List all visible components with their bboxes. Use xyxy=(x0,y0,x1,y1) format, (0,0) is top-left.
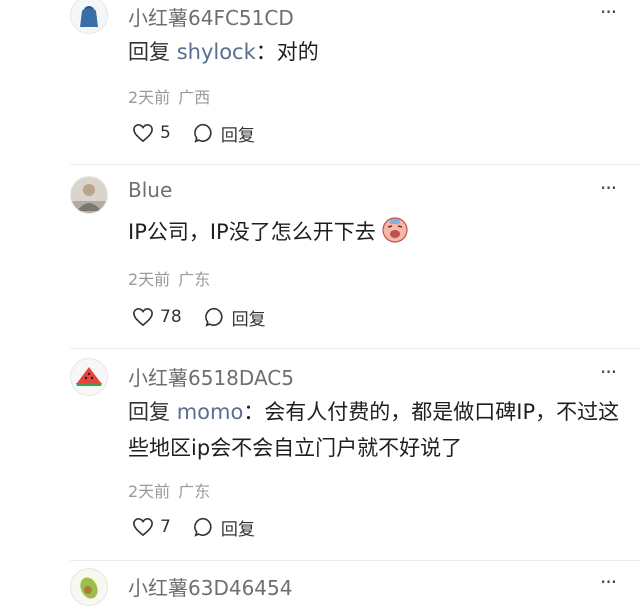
more-dots-icon[interactable]: ··· xyxy=(600,0,617,24)
divider xyxy=(70,164,640,165)
more-dots-icon[interactable]: ··· xyxy=(600,360,617,384)
heart-outline-icon xyxy=(133,123,153,143)
like-count: 78 xyxy=(160,307,182,327)
avatar[interactable] xyxy=(70,0,108,34)
reply-prefix: 回复 xyxy=(128,40,170,64)
reply-prefix: 回复 xyxy=(128,400,170,424)
username[interactable]: 小红薯6518DAC5 xyxy=(128,362,294,391)
heart-outline-icon xyxy=(133,517,153,537)
reply-target-user[interactable]: momo xyxy=(177,400,244,424)
like-button[interactable]: 78 xyxy=(132,307,182,327)
reply-label: 回复 xyxy=(231,309,266,330)
reply-separator: ： xyxy=(243,400,265,424)
avatar[interactable] xyxy=(70,176,108,214)
crying-face-emoji xyxy=(382,217,409,243)
comment-text: IP公司，IP没了怎么开下去 xyxy=(128,214,628,250)
comment-time: 2天前 xyxy=(128,482,171,501)
comment-body: IP公司，IP没了怎么开下去 xyxy=(128,220,376,244)
comment-actions: 5 回复 xyxy=(132,120,277,146)
comment-actions: 7 回复 xyxy=(132,514,277,540)
reply-button[interactable]: 回复 xyxy=(193,515,255,540)
comment-time: 2天前 xyxy=(128,270,171,289)
reply-label: 回复 xyxy=(220,125,255,146)
heart-outline-icon xyxy=(133,307,153,327)
comment-actions: 78 回复 xyxy=(132,304,288,330)
comment-location: 广东 xyxy=(178,482,211,501)
watermelon-avatar-icon xyxy=(71,359,107,395)
comment-text: 回复 shylock：对的 xyxy=(128,34,628,70)
divider xyxy=(70,560,640,561)
like-count: 5 xyxy=(160,123,171,143)
reply-separator: ： xyxy=(255,40,277,64)
photo-avatar-icon xyxy=(71,177,107,213)
more-dots-icon[interactable]: ··· xyxy=(600,570,617,594)
blue-sweater-avatar-icon xyxy=(71,0,107,33)
like-button[interactable]: 5 xyxy=(132,123,171,143)
reply-target-user[interactable]: shylock xyxy=(177,40,256,64)
username[interactable]: Blue xyxy=(128,178,172,202)
avocado-avatar-icon xyxy=(71,569,107,605)
comment-meta: 2天前 广东 xyxy=(128,266,210,290)
speech-bubble-icon xyxy=(204,307,223,327)
comment-location: 广东 xyxy=(178,270,211,289)
divider xyxy=(70,348,640,349)
speech-bubble-icon xyxy=(193,123,212,143)
reply-label: 回复 xyxy=(220,519,255,540)
comment-text: 回复 momo：会有人付费的，都是做口碑IP，不过这些地区ip会不会自立门户就不… xyxy=(128,394,628,466)
comment-time: 2天前 xyxy=(128,88,171,107)
speech-bubble-icon xyxy=(193,517,212,537)
comment-meta: 2天前 广东 xyxy=(128,478,210,502)
more-dots-icon[interactable]: ··· xyxy=(600,176,617,200)
comment-location: 广西 xyxy=(178,88,211,107)
username[interactable]: 小红薯64FC51CD xyxy=(128,2,294,31)
avatar[interactable] xyxy=(70,568,108,606)
username[interactable]: 小红薯63D46454 xyxy=(128,572,292,601)
reply-button[interactable]: 回复 xyxy=(193,121,255,146)
reply-button[interactable]: 回复 xyxy=(204,305,266,330)
avatar[interactable] xyxy=(70,358,108,396)
like-count: 7 xyxy=(160,517,171,537)
like-button[interactable]: 7 xyxy=(132,517,171,537)
comment-body: 对的 xyxy=(276,40,319,64)
comment-meta: 2天前 广西 xyxy=(128,84,210,108)
